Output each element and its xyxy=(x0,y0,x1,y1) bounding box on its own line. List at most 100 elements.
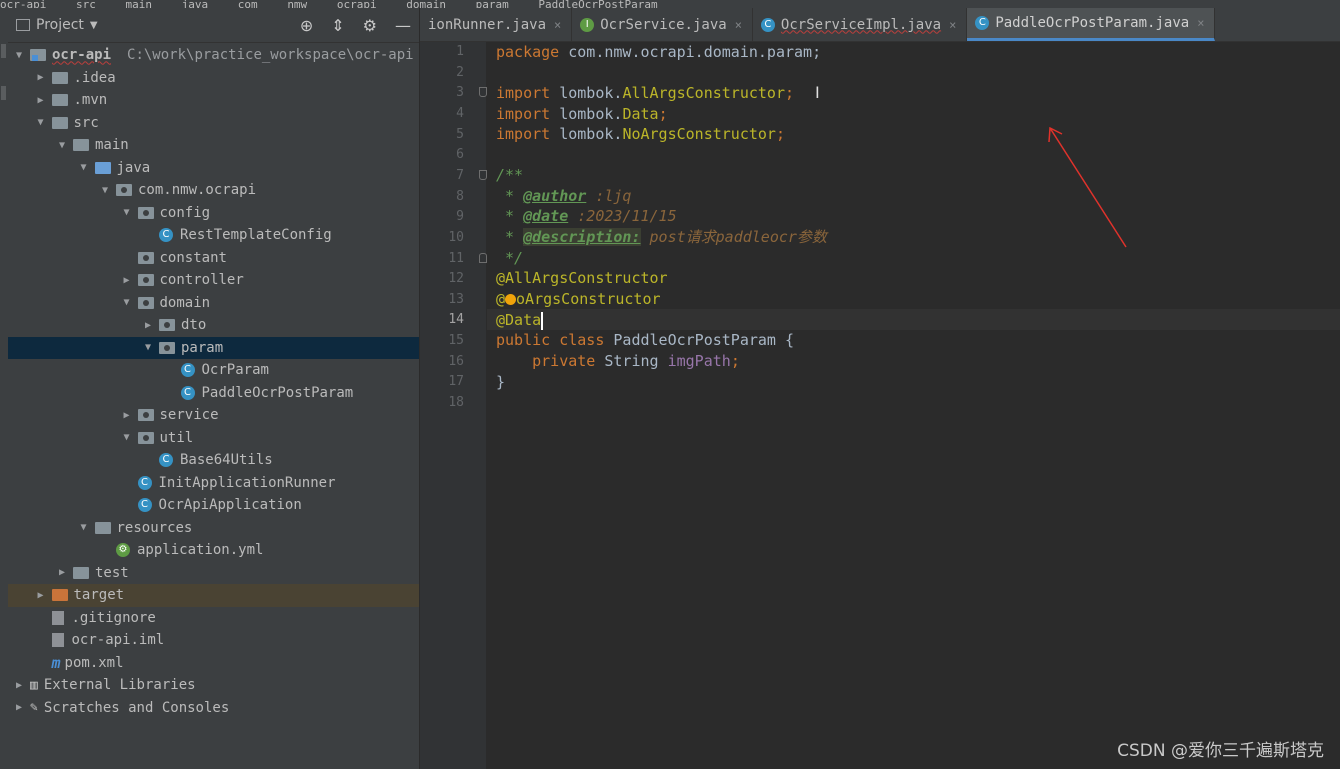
tool-window-button[interactable] xyxy=(1,44,6,58)
expand-arrow-icon[interactable]: ▼ xyxy=(120,207,134,218)
tree-item[interactable]: ▶ ▥ External Libraries xyxy=(8,674,419,697)
expand-arrow-icon[interactable]: ▼ xyxy=(34,117,48,128)
line-number[interactable]: 7 xyxy=(420,168,464,183)
hide-icon[interactable]: — xyxy=(395,16,411,35)
breadcrumb-item[interactable]: PaddleOcrPostParam xyxy=(538,0,657,8)
tree-item[interactable]: ▶ controller xyxy=(8,269,419,292)
tree-item[interactable]: ▼ domain xyxy=(8,292,419,315)
tree-item[interactable]: ▼ ocr-api C:\work\practice_workspace\ocr-a… xyxy=(8,44,419,67)
breadcrumb-item[interactable]: src xyxy=(76,0,96,8)
expand-arrow-icon[interactable]: ▼ xyxy=(55,140,69,151)
collapse-arrow-icon[interactable]: ▶ xyxy=(34,590,48,601)
code-editor[interactable]: package com.nmw.ocrapi.domain.param; imp… xyxy=(487,42,1340,769)
collapse-all-icon[interactable]: ⇕ xyxy=(331,16,344,35)
tree-item[interactable]: ▶ .idea xyxy=(8,67,419,90)
tree-item[interactable]: ▶ocr-api.iml xyxy=(8,629,419,652)
breadcrumb-item[interactable]: ocrapi xyxy=(337,0,377,8)
tree-item[interactable]: ▼ main xyxy=(8,134,419,157)
line-number[interactable]: 18 xyxy=(420,395,464,410)
gear-icon[interactable]: ⚙ xyxy=(363,16,377,35)
tree-item[interactable]: ▶CPaddleOcrPostParam xyxy=(8,382,419,405)
collapse-arrow-icon[interactable]: ▶ xyxy=(141,320,155,331)
tree-item[interactable]: ▼ src xyxy=(8,112,419,135)
tree-item[interactable]: ▶CRestTemplateConfig xyxy=(8,224,419,247)
breadcrumb-item[interactable]: domain xyxy=(406,0,446,8)
expand-arrow-icon[interactable]: ▼ xyxy=(77,162,91,173)
tree-item[interactable]: ▶ .mvn xyxy=(8,89,419,112)
breadcrumb-item[interactable]: com xyxy=(238,0,258,8)
tree-item[interactable]: ▶⚙application.yml xyxy=(8,539,419,562)
editor-tab[interactable]: C PaddleOcrPostParam.java × xyxy=(967,8,1216,41)
tree-item[interactable]: ▶COcrApiApplication xyxy=(8,494,419,517)
line-number[interactable]: 8 xyxy=(420,189,464,204)
line-number[interactable]: 3 xyxy=(420,85,464,100)
tree-item[interactable]: ▶mpom.xml xyxy=(8,652,419,675)
line-number[interactable]: 12 xyxy=(420,271,464,286)
project-view-selector[interactable]: Project xyxy=(36,17,84,33)
collapse-arrow-icon[interactable]: ▶ xyxy=(12,680,26,691)
collapse-arrow-icon[interactable]: ▶ xyxy=(120,275,134,286)
line-number[interactable]: 9 xyxy=(420,209,464,224)
editor-tab[interactable]: C OcrServiceImpl.java × xyxy=(753,8,968,41)
tree-item[interactable]: ▶ target xyxy=(8,584,419,607)
line-number[interactable]: 13 xyxy=(420,292,464,307)
tree-item[interactable]: ▶constant xyxy=(8,247,419,270)
tree-item[interactable]: ▶CBase64Utils xyxy=(8,449,419,472)
tree-item[interactable]: ▶COcrParam xyxy=(8,359,419,382)
line-number[interactable]: 11 xyxy=(420,251,464,266)
fold-marker-icon[interactable] xyxy=(479,87,487,97)
close-icon[interactable]: × xyxy=(949,18,956,32)
intention-bulb-icon[interactable] xyxy=(505,294,517,305)
close-icon[interactable]: × xyxy=(1197,16,1204,30)
close-icon[interactable]: × xyxy=(735,18,742,32)
expand-arrow-icon[interactable]: ▼ xyxy=(120,432,134,443)
breadcrumb-item[interactable]: main xyxy=(126,0,153,8)
tree-item[interactable]: ▼ java xyxy=(8,157,419,180)
line-number[interactable]: 17 xyxy=(420,374,464,389)
close-icon[interactable]: × xyxy=(554,18,561,32)
breadcrumb-item[interactable]: param xyxy=(476,0,509,8)
fold-marker-icon[interactable] xyxy=(479,253,487,263)
collapse-arrow-icon[interactable]: ▶ xyxy=(55,567,69,578)
editor-tab[interactable]: ionRunner.java × xyxy=(420,8,573,41)
line-number[interactable]: 1 xyxy=(420,44,464,59)
tree-item[interactable]: ▶ service xyxy=(8,404,419,427)
line-number[interactable]: 4 xyxy=(420,106,464,121)
editor-tab[interactable]: I OcrService.java × xyxy=(572,8,753,41)
breadcrumb-item[interactable]: nmw xyxy=(287,0,307,8)
collapse-arrow-icon[interactable]: ▶ xyxy=(34,72,48,83)
tree-item[interactable]: ▼ util xyxy=(8,427,419,450)
line-number[interactable]: 14 xyxy=(420,312,464,327)
tool-window-button[interactable] xyxy=(1,86,6,100)
chevron-down-icon[interactable]: ▼ xyxy=(90,20,98,31)
tree-item[interactable]: ▼ com.nmw.ocrapi xyxy=(8,179,419,202)
breadcrumb-item[interactable]: java xyxy=(182,0,209,8)
line-number[interactable]: 15 xyxy=(420,333,464,348)
collapse-arrow-icon[interactable]: ▶ xyxy=(12,702,26,713)
breadcrumb-item[interactable]: ocr-api xyxy=(0,0,46,8)
expand-arrow-icon[interactable]: ▼ xyxy=(12,50,26,61)
tree-item[interactable]: ▼ param xyxy=(8,336,419,359)
tree-item[interactable]: ▼ resources xyxy=(8,517,419,540)
tree-item[interactable]: ▶CInitApplicationRunner xyxy=(8,472,419,495)
locate-icon[interactable]: ⊕ xyxy=(300,16,313,35)
expand-arrow-icon[interactable]: ▼ xyxy=(141,342,155,353)
tree-item[interactable]: ▶ test xyxy=(8,562,419,585)
tree-item[interactable]: ▶ ✎ Scratches and Consoles xyxy=(8,697,419,720)
line-number[interactable]: 2 xyxy=(420,65,464,80)
tree-item-label: main xyxy=(95,137,129,154)
tree-item[interactable]: ▼ config xyxy=(8,202,419,225)
tree-item[interactable]: ▶ dto xyxy=(8,314,419,337)
doc-value: post请求paddleocr参数 xyxy=(640,228,827,246)
fold-marker-icon[interactable] xyxy=(479,170,487,180)
expand-arrow-icon[interactable]: ▼ xyxy=(77,522,91,533)
collapse-arrow-icon[interactable]: ▶ xyxy=(120,410,134,421)
expand-arrow-icon[interactable]: ▼ xyxy=(120,297,134,308)
expand-arrow-icon[interactable]: ▼ xyxy=(98,185,112,196)
line-number[interactable]: 16 xyxy=(420,354,464,369)
line-number[interactable]: 6 xyxy=(420,147,464,162)
tree-item[interactable]: ▶.gitignore xyxy=(8,607,419,630)
collapse-arrow-icon[interactable]: ▶ xyxy=(34,95,48,106)
line-number[interactable]: 5 xyxy=(420,127,464,142)
line-number[interactable]: 10 xyxy=(420,230,464,245)
